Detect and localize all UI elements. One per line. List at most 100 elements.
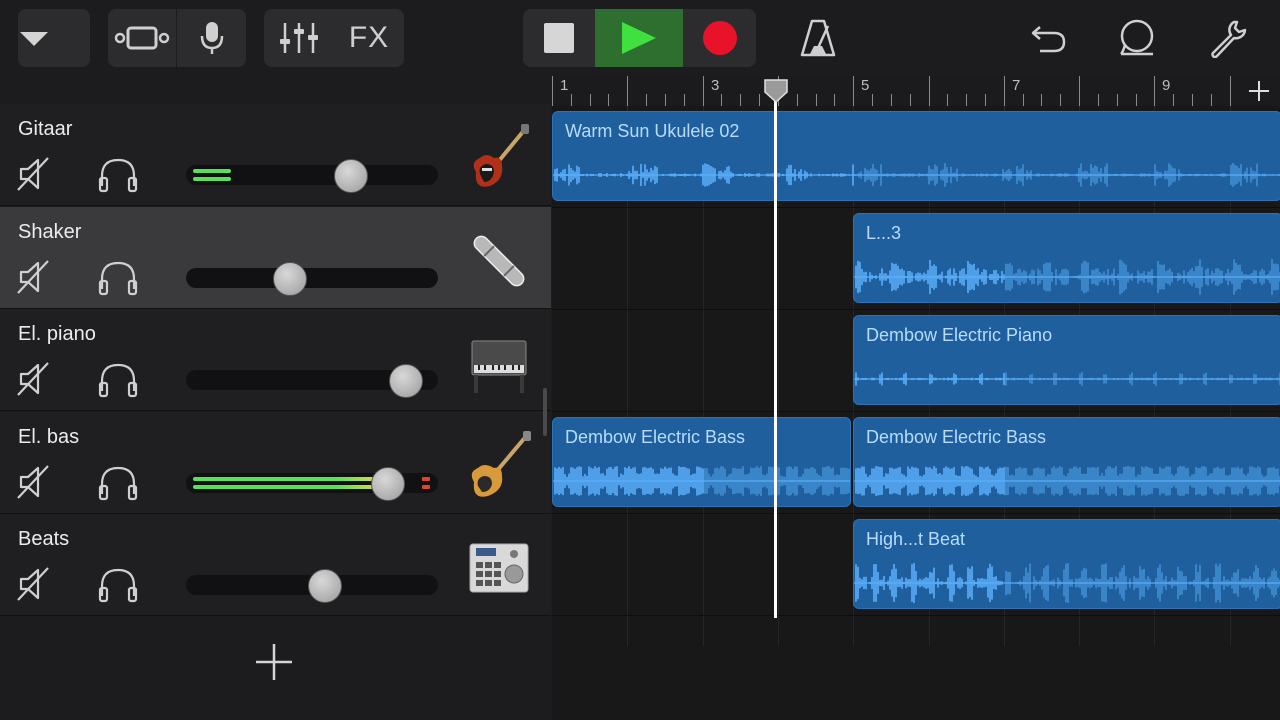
bar-tick <box>627 76 628 106</box>
add-section-button[interactable] <box>1248 76 1270 109</box>
volume-knob[interactable] <box>389 364 423 398</box>
beat-tick <box>816 94 817 106</box>
waveform <box>553 466 850 496</box>
waveform <box>854 372 1280 386</box>
toolbar: FX <box>0 0 1280 76</box>
beat-tick <box>985 94 986 106</box>
solo-button[interactable] <box>98 259 138 297</box>
solo-button[interactable] <box>98 361 138 399</box>
speaker-mute-icon <box>17 464 49 499</box>
beat-tick <box>740 94 741 106</box>
drum-machine-icon[interactable] <box>466 532 532 604</box>
track-header-gitaar[interactable]: Gitaar <box>0 104 551 206</box>
bar-ruler[interactable]: 1 3 5 7 9 <box>552 76 1280 106</box>
track-lane-beats[interactable]: High...t Beat <box>552 514 1280 616</box>
play-icon <box>622 22 656 54</box>
tracks-view-button[interactable] <box>108 9 176 67</box>
region-title: Dembow Electric Bass <box>565 427 746 447</box>
beat-tick <box>684 94 685 106</box>
region-beats[interactable]: High...t Beat <box>853 519 1280 609</box>
headphones-icon <box>98 261 138 295</box>
mixer-sliders-icon <box>280 23 318 53</box>
track-name: Gitaar <box>18 118 73 140</box>
track-header-beats[interactable]: Beats <box>0 514 551 616</box>
track-header-shaker[interactable]: Shaker <box>0 206 551 309</box>
track-header-el-bas[interactable]: El. bas <box>0 411 551 514</box>
mute-button[interactable] <box>16 566 52 602</box>
region-el-bass-1[interactable]: Dembow Electric Bass <box>552 417 851 507</box>
metronome-button[interactable] <box>796 9 840 67</box>
record-button[interactable] <box>683 9 756 67</box>
region-ukulele[interactable]: Warm Sun Ukulele 02 <box>552 111 1280 201</box>
add-track-button[interactable] <box>254 642 294 682</box>
beat-tick <box>891 94 892 106</box>
shaker-icon[interactable] <box>466 225 532 297</box>
play-button[interactable] <box>595 9 683 67</box>
metronome-icon <box>800 19 836 57</box>
stop-button[interactable] <box>523 9 595 67</box>
track-lane-gitaar[interactable]: Warm Sun Ukulele 02 <box>552 106 1280 208</box>
beat-tick <box>1117 94 1118 106</box>
mute-button[interactable] <box>16 156 52 192</box>
playhead-handle[interactable] <box>762 78 790 104</box>
beat-tick <box>721 94 722 106</box>
solo-button[interactable] <box>98 464 138 502</box>
beat-tick <box>608 94 609 106</box>
speaker-mute-icon <box>17 157 49 191</box>
volume-slider[interactable] <box>186 159 438 193</box>
bar-tick <box>552 76 553 106</box>
volume-knob[interactable] <box>308 569 342 603</box>
track-list-scroll-indicator[interactable] <box>543 388 547 436</box>
region-title: L...3 <box>866 223 902 243</box>
volume-slider[interactable] <box>186 364 438 398</box>
volume-slider[interactable] <box>186 569 438 603</box>
mute-button[interactable] <box>16 464 52 500</box>
bass-guitar-icon[interactable] <box>466 430 532 502</box>
track-name: El. bas <box>18 425 80 448</box>
track-lane-el-bas[interactable]: Dembow Electric Bass Dembow Electric Bas… <box>552 412 1280 514</box>
undo-button[interactable] <box>1026 9 1072 67</box>
browser-button[interactable] <box>18 9 90 67</box>
track-lane-shaker[interactable]: L...3 <box>552 208 1280 310</box>
playhead[interactable] <box>774 96 777 618</box>
beat-tick <box>1136 94 1137 106</box>
mixer-button[interactable] <box>264 9 334 67</box>
region-el-piano[interactable]: Dembow Electric Piano <box>853 315 1280 405</box>
beat-tick <box>872 94 873 106</box>
chevron-down-icon <box>20 32 48 46</box>
record-icon <box>702 21 737 55</box>
solo-button[interactable] <box>98 156 138 194</box>
electric-piano-icon[interactable] <box>466 327 532 399</box>
mute-button[interactable] <box>16 361 52 397</box>
waveform <box>854 466 1280 496</box>
fx-button[interactable]: FX <box>334 9 404 67</box>
volume-knob[interactable] <box>334 159 368 193</box>
tracks-area[interactable]: 1 3 5 7 9 Warm Sun Ukulele 02 L...3 Dembow E… <box>552 76 1280 720</box>
beat-tick <box>834 94 835 106</box>
volume-knob[interactable] <box>371 466 405 501</box>
level-meter-bar <box>193 484 398 489</box>
undo-icon <box>1031 26 1066 53</box>
settings-button[interactable] <box>1204 9 1250 67</box>
beat-tick <box>1173 94 1174 106</box>
level-meter-bar <box>193 476 398 481</box>
solo-button[interactable] <box>98 566 138 604</box>
mic-button[interactable] <box>177 9 246 67</box>
beat-tick <box>665 94 666 106</box>
track-lane-el-piano[interactable]: Dembow Electric Piano <box>552 310 1280 412</box>
region-shaker[interactable]: L...3 <box>853 213 1280 303</box>
volume-slider[interactable] <box>186 466 438 501</box>
waveform <box>553 163 1280 187</box>
electric-guitar-icon[interactable] <box>466 122 532 194</box>
bar-tick <box>703 76 704 106</box>
track-name: El. piano <box>18 323 96 345</box>
region-title: Warm Sun Ukulele 02 <box>565 121 740 141</box>
region-title: Dembow Electric Bass <box>866 427 1047 447</box>
volume-slider[interactable] <box>186 261 438 296</box>
loop-browser-button[interactable] <box>1114 9 1160 67</box>
track-header-el-piano[interactable]: El. piano <box>0 309 551 411</box>
level-meter-bar <box>193 169 231 173</box>
volume-knob[interactable] <box>273 261 307 296</box>
region-el-bass-2[interactable]: Dembow Electric Bass <box>853 417 1280 507</box>
mute-button[interactable] <box>16 259 52 295</box>
